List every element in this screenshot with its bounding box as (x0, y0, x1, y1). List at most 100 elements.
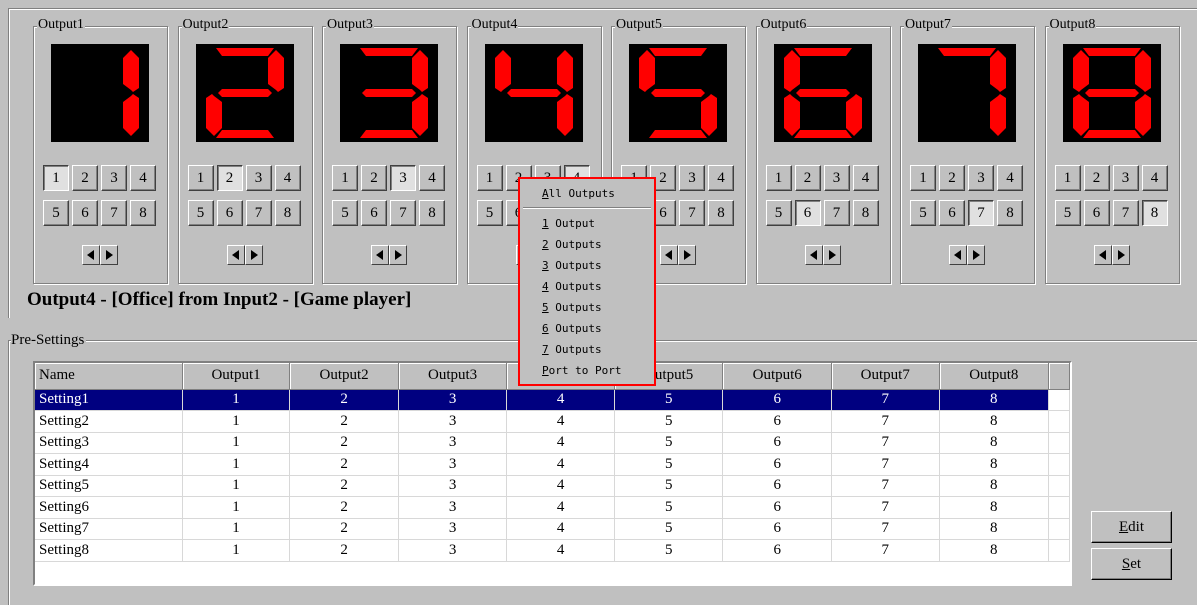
column-header[interactable]: Output3 (398, 363, 508, 390)
input-5-button[interactable]: 5 (43, 200, 69, 226)
column-header[interactable]: Output2 (289, 363, 399, 390)
input-3-button[interactable]: 3 (101, 165, 127, 191)
input-2-button[interactable]: 2 (72, 165, 98, 191)
input-3-button[interactable]: 3 (968, 165, 994, 191)
menu-item-1-output[interactable]: 1 Output (520, 213, 654, 234)
table-row[interactable]: Setting5 1 2 3 4 5 6 7 8 (35, 475, 1070, 497)
input-6-button[interactable]: 6 (794, 200, 821, 226)
input-1-button[interactable]: 1 (1054, 165, 1081, 191)
input-6-button[interactable]: 6 (216, 200, 243, 226)
pre-settings-table[interactable]: NameOutput1Output2Output3Output4Output5O… (33, 361, 1072, 586)
arrow-left-button[interactable] (226, 245, 245, 265)
arrow-right-button[interactable] (967, 245, 985, 265)
input-8-button[interactable]: 8 (1141, 200, 1168, 226)
input-4-button[interactable]: 4 (1141, 165, 1168, 191)
input-2-button[interactable]: 2 (361, 165, 387, 191)
input-2-button[interactable]: 2 (216, 165, 243, 191)
menu-item-4-outputs[interactable]: 4 Outputs (520, 276, 654, 297)
input-7-button[interactable]: 7 (245, 200, 272, 226)
input-8-button[interactable]: 8 (997, 200, 1023, 226)
input-5-button[interactable]: 5 (765, 200, 792, 226)
input-6-button[interactable]: 6 (1083, 200, 1110, 226)
output-cell: 2 (289, 539, 399, 562)
output-group-title: Output2 (181, 16, 230, 34)
input-5-button[interactable]: 5 (476, 200, 503, 226)
input-4-button[interactable]: 4 (852, 165, 879, 191)
input-4-button[interactable]: 4 (997, 165, 1023, 191)
arrow-right-button[interactable] (822, 245, 841, 265)
input-1-button[interactable]: 1 (43, 165, 69, 191)
input-5-button[interactable]: 5 (910, 200, 936, 226)
input-2-button[interactable]: 2 (939, 165, 965, 191)
input-5-button[interactable]: 5 (1054, 200, 1081, 226)
input-3-button[interactable]: 3 (245, 165, 272, 191)
input-8-button[interactable]: 8 (419, 200, 445, 226)
input-6-button[interactable]: 6 (361, 200, 387, 226)
input-3-button[interactable]: 3 (1112, 165, 1139, 191)
input-5-button[interactable]: 5 (187, 200, 214, 226)
input-4-button[interactable]: 4 (274, 165, 301, 191)
input-6-button[interactable]: 6 (939, 200, 965, 226)
input-1-button[interactable]: 1 (910, 165, 936, 191)
input-5-button[interactable]: 5 (332, 200, 358, 226)
input-1-button[interactable]: 1 (187, 165, 214, 191)
input-4-button[interactable]: 4 (419, 165, 445, 191)
arrow-right-button[interactable] (100, 245, 118, 265)
input-1-button[interactable]: 1 (332, 165, 358, 191)
output-cell: 6 (722, 496, 832, 519)
seven-segment-display (484, 44, 583, 142)
input-7-button[interactable]: 7 (1112, 200, 1139, 226)
input-4-button[interactable]: 4 (708, 165, 734, 191)
input-8-button[interactable]: 8 (274, 200, 301, 226)
input-7-button[interactable]: 7 (390, 200, 416, 226)
table-row[interactable]: Setting1 1 2 3 4 5 6 7 8 (35, 389, 1070, 411)
input-4-button[interactable]: 4 (130, 165, 156, 191)
arrow-right-button[interactable] (678, 245, 696, 265)
input-2-button[interactable]: 2 (1083, 165, 1110, 191)
arrow-left-button[interactable] (1093, 245, 1112, 265)
input-7-button[interactable]: 7 (823, 200, 850, 226)
edit-button[interactable]: Edit (1091, 511, 1172, 543)
input-2-button[interactable]: 2 (794, 165, 821, 191)
table-row[interactable]: Setting3 1 2 3 4 5 6 7 8 (35, 432, 1070, 454)
input-6-button[interactable]: 6 (72, 200, 98, 226)
column-header[interactable]: Output1 (182, 363, 291, 390)
set-button[interactable]: Set (1091, 548, 1172, 580)
menu-item-6-outputs[interactable]: 6 Outputs (520, 318, 654, 339)
input-7-button[interactable]: 7 (101, 200, 127, 226)
menu-item-port-to-port[interactable]: Port to Port (520, 360, 654, 381)
table-row[interactable]: Setting8 1 2 3 4 5 6 7 8 (35, 539, 1070, 562)
menu-item-3-outputs[interactable]: 3 Outputs (520, 255, 654, 276)
menu-item-5-outputs[interactable]: 5 Outputs (520, 297, 654, 318)
column-header[interactable]: Output7 (831, 363, 940, 390)
input-3-button[interactable]: 3 (823, 165, 850, 191)
input-1-button[interactable]: 1 (476, 165, 503, 191)
arrow-left-button[interactable] (660, 245, 678, 265)
table-row[interactable]: Setting2 1 2 3 4 5 6 7 8 (35, 410, 1070, 433)
column-header[interactable]: Output8 (939, 363, 1050, 390)
input-7-button[interactable]: 7 (968, 200, 994, 226)
arrow-left-button[interactable] (949, 245, 967, 265)
input-8-button[interactable]: 8 (708, 200, 734, 226)
column-header[interactable]: Output6 (722, 363, 832, 390)
input-7-button[interactable]: 7 (679, 200, 705, 226)
arrow-left-button[interactable] (371, 245, 389, 265)
input-1-button[interactable]: 1 (765, 165, 792, 191)
table-row[interactable]: Setting4 1 2 3 4 5 6 7 8 (35, 453, 1070, 476)
arrow-right-button[interactable] (1111, 245, 1130, 265)
input-3-button[interactable]: 3 (390, 165, 416, 191)
menu-item-all-outputs[interactable]: All Outputs (520, 183, 654, 204)
input-8-button[interactable]: 8 (130, 200, 156, 226)
output-cell: 4 (506, 475, 615, 497)
table-row[interactable]: Setting7 1 2 3 4 5 6 7 8 (35, 518, 1070, 540)
arrow-left-button[interactable] (804, 245, 823, 265)
input-8-button[interactable]: 8 (852, 200, 879, 226)
input-3-button[interactable]: 3 (679, 165, 705, 191)
menu-item-2-outputs[interactable]: 2 Outputs (520, 234, 654, 255)
column-header[interactable]: Name (35, 363, 183, 390)
arrow-right-button[interactable] (389, 245, 407, 265)
table-row[interactable]: Setting6 1 2 3 4 5 6 7 8 (35, 496, 1070, 519)
arrow-right-button[interactable] (244, 245, 263, 265)
arrow-left-button[interactable] (82, 245, 100, 265)
menu-item-7-outputs[interactable]: 7 Outputs (520, 339, 654, 360)
